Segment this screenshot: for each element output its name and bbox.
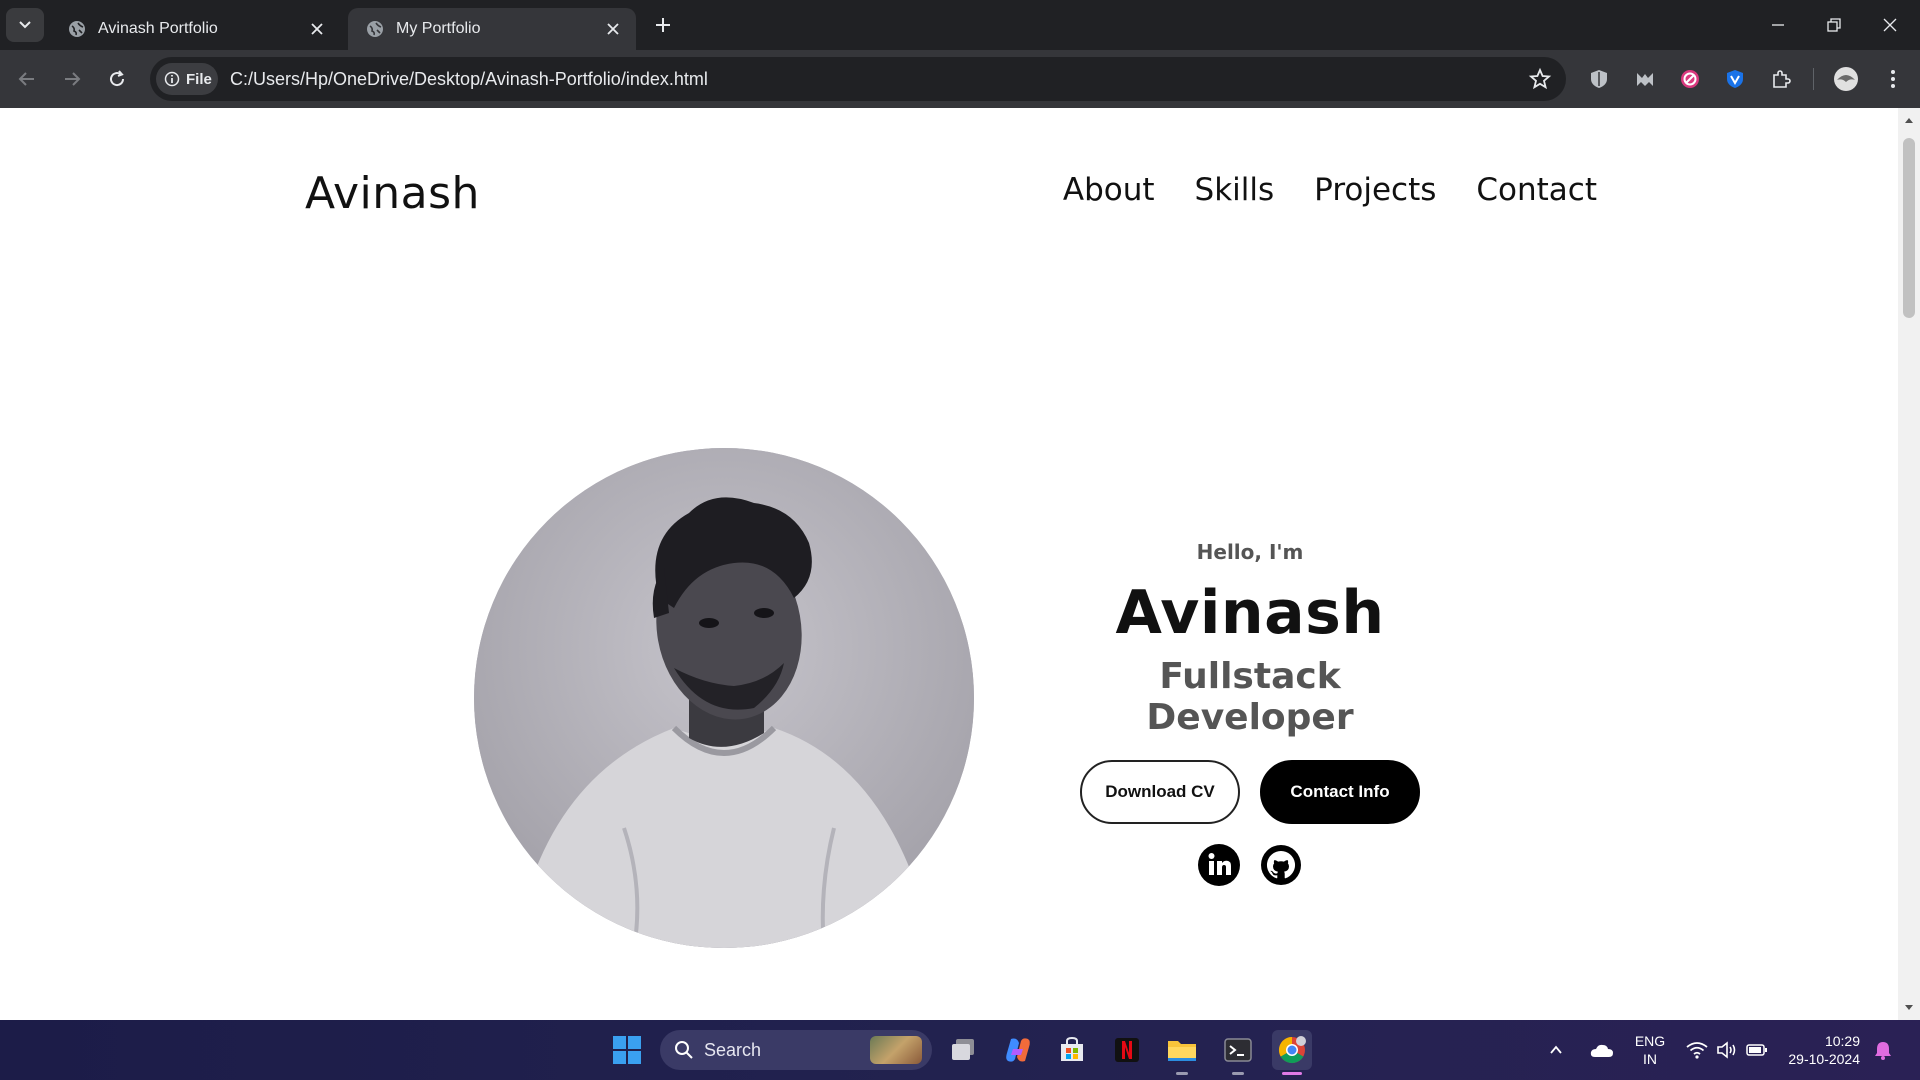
search-highlight-image bbox=[870, 1036, 922, 1064]
plus-icon bbox=[656, 18, 670, 32]
wifi-icon[interactable] bbox=[1682, 1030, 1712, 1070]
close-icon bbox=[1883, 18, 1897, 32]
reload-button[interactable] bbox=[100, 62, 134, 96]
url-text[interactable]: C:/Users/Hp/OneDrive/Desktop/Avinash-Por… bbox=[230, 69, 708, 90]
hero-name: Avinash bbox=[1115, 578, 1385, 648]
scroll-down-icon[interactable] bbox=[1903, 1002, 1915, 1014]
copilot-icon[interactable] bbox=[998, 1030, 1038, 1070]
windows-taskbar: Search ENG IN 10:29 29-10-2024 bbox=[0, 1020, 1920, 1080]
start-button[interactable] bbox=[607, 1030, 647, 1070]
download-cv-button[interactable]: Download CV bbox=[1080, 760, 1240, 824]
search-label: Search bbox=[704, 1039, 762, 1060]
microsoft-store-icon[interactable] bbox=[1052, 1030, 1092, 1070]
toolbar-separator bbox=[1813, 68, 1814, 90]
hero-text: Hello, I'm Avinash Fullstack Developer D… bbox=[1050, 540, 1450, 886]
scroll-up-icon[interactable] bbox=[1903, 114, 1915, 126]
github-icon[interactable] bbox=[1260, 844, 1302, 886]
tab-title: Avinash Portfolio bbox=[98, 20, 218, 37]
region-code: IN bbox=[1643, 1051, 1657, 1067]
running-indicator bbox=[1176, 1072, 1188, 1075]
block-extension-icon[interactable] bbox=[1677, 66, 1703, 92]
clock[interactable]: 10:29 29-10-2024 bbox=[1780, 1032, 1860, 1068]
page-viewport: Avinash About Skills Projects Contact He… bbox=[0, 108, 1898, 1020]
notification-bell-icon[interactable] bbox=[1868, 1030, 1898, 1070]
tab-my-portfolio[interactable]: My Portfolio bbox=[348, 8, 636, 50]
show-hidden-icons-chevron-icon[interactable] bbox=[1541, 1030, 1571, 1070]
site-logo[interactable]: Avinash bbox=[305, 168, 480, 219]
running-indicator bbox=[1232, 1072, 1244, 1075]
malwarebytes-extension-icon[interactable] bbox=[1632, 66, 1658, 92]
netflix-icon[interactable] bbox=[1107, 1030, 1147, 1070]
vpn-shield-extension-icon[interactable] bbox=[1722, 66, 1748, 92]
restore-icon bbox=[1827, 18, 1841, 32]
more-menu-icon[interactable] bbox=[1880, 66, 1906, 92]
search-icon bbox=[675, 1041, 693, 1059]
tab-strip: Avinash Portfolio My Portfolio bbox=[0, 0, 1920, 50]
arrow-left-icon bbox=[18, 72, 34, 86]
extensions-puzzle-icon[interactable] bbox=[1768, 66, 1794, 92]
file-explorer-icon[interactable] bbox=[1162, 1030, 1202, 1070]
minimize-icon bbox=[1772, 24, 1784, 26]
task-view-icon[interactable] bbox=[944, 1030, 984, 1070]
volume-icon[interactable] bbox=[1712, 1030, 1742, 1070]
linkedin-icon[interactable] bbox=[1198, 844, 1240, 886]
main-nav: About Skills Projects Contact bbox=[1063, 172, 1597, 208]
minimize-button[interactable] bbox=[1750, 0, 1806, 50]
scroll-thumb[interactable] bbox=[1903, 138, 1915, 318]
battery-icon[interactable] bbox=[1742, 1030, 1772, 1070]
chrome-icon[interactable] bbox=[1272, 1030, 1312, 1070]
clock-time: 10:29 bbox=[1824, 1033, 1860, 1049]
hero-buttons: Download CV Contact Info bbox=[1050, 760, 1450, 824]
restore-button[interactable] bbox=[1806, 0, 1862, 50]
forward-button[interactable] bbox=[55, 62, 89, 96]
site-chip-label: File bbox=[186, 70, 212, 88]
chevron-down-icon bbox=[19, 21, 31, 29]
site-info-chip[interactable]: File bbox=[156, 63, 218, 95]
arrow-right-icon bbox=[65, 72, 81, 86]
contact-info-button[interactable]: Contact Info bbox=[1260, 760, 1420, 824]
nav-contact[interactable]: Contact bbox=[1476, 172, 1597, 208]
profile-photo bbox=[474, 448, 974, 948]
shield-extension-icon[interactable] bbox=[1586, 66, 1612, 92]
new-tab-button[interactable] bbox=[648, 10, 678, 40]
terminal-icon[interactable] bbox=[1218, 1030, 1258, 1070]
nav-about[interactable]: About bbox=[1063, 172, 1155, 208]
tab-avinash-portfolio[interactable]: Avinash Portfolio bbox=[50, 8, 340, 50]
tab-search-button[interactable] bbox=[6, 8, 44, 42]
page-scrollbar[interactable] bbox=[1898, 108, 1920, 1020]
info-icon bbox=[164, 71, 180, 87]
language-indicator[interactable]: ENG IN bbox=[1630, 1032, 1670, 1068]
bookmark-star-icon[interactable] bbox=[1528, 67, 1552, 91]
nav-skills[interactable]: Skills bbox=[1195, 172, 1275, 208]
address-bar[interactable]: File C:/Users/Hp/OneDrive/Desktop/Avinas… bbox=[150, 57, 1566, 101]
tab-title: My Portfolio bbox=[396, 20, 481, 37]
nav-projects[interactable]: Projects bbox=[1314, 172, 1436, 208]
hero-role: Fullstack Developer bbox=[1146, 656, 1354, 738]
globe-icon bbox=[367, 21, 383, 37]
profile-avatar[interactable] bbox=[1833, 66, 1859, 92]
globe-icon bbox=[69, 21, 85, 37]
reload-icon bbox=[110, 70, 125, 87]
browser-toolbar: File C:/Users/Hp/OneDrive/Desktop/Avinas… bbox=[0, 50, 1920, 108]
onedrive-cloud-icon[interactable] bbox=[1586, 1030, 1618, 1070]
windows-logo-icon bbox=[613, 1036, 641, 1064]
clock-date: 29-10-2024 bbox=[1788, 1051, 1860, 1067]
active-indicator bbox=[1282, 1072, 1302, 1075]
social-links bbox=[1050, 844, 1450, 886]
back-button[interactable] bbox=[10, 62, 44, 96]
hero-greeting: Hello, I'm bbox=[1196, 540, 1304, 564]
taskbar-search[interactable]: Search bbox=[660, 1030, 932, 1070]
close-window-button[interactable] bbox=[1862, 0, 1918, 50]
close-icon[interactable] bbox=[602, 18, 624, 40]
close-icon[interactable] bbox=[306, 18, 328, 40]
language-code: ENG bbox=[1634, 1033, 1666, 1049]
